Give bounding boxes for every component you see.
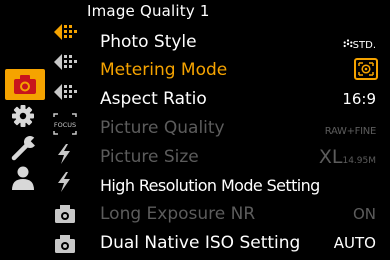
row-label: Picture Size	[100, 147, 199, 167]
menu-row-aspect-ratio[interactable]: Aspect Ratio 16:9	[86, 85, 390, 113]
focus-tab-label: FOCUS	[54, 121, 76, 129]
photo-style-value: STD.	[343, 35, 376, 57]
camera-1-icon	[55, 205, 75, 223]
row-label: Long Exposure NR	[100, 204, 256, 224]
dual-native-iso-value: AUTO	[333, 234, 376, 252]
menu-row-metering-mode[interactable]: Metering Mode	[86, 56, 390, 84]
row-label: Picture Quality	[100, 118, 225, 138]
menu-row-dual-native-iso[interactable]: Dual Native ISO Setting AUTO	[86, 229, 390, 257]
main-menu-my-menu[interactable]	[0, 164, 46, 195]
row-label: Aspect Ratio	[100, 89, 207, 109]
picture-size-value: XL14.95M	[319, 146, 376, 172]
focus-tab-icon: FOCUS	[53, 113, 77, 135]
row-label: Dual Native ISO Setting	[100, 233, 301, 253]
menu-row-picture-size[interactable]: Picture Size XL14.95M	[86, 143, 390, 171]
photo-style-label: STD.	[352, 40, 376, 51]
menu-row-picture-quality[interactable]: Picture Quality RAW+FINE	[86, 114, 390, 142]
tab-image-quality-3[interactable]	[50, 80, 80, 104]
tab-image-quality-1[interactable]	[50, 20, 80, 44]
row-label: Photo Style	[100, 32, 197, 52]
tab-flash-2[interactable]	[50, 170, 80, 194]
image-quality-2-icon	[54, 54, 77, 70]
flash-1-icon	[58, 144, 70, 164]
main-menu-custom[interactable]	[0, 102, 46, 133]
tab-focus[interactable]: FOCUS	[50, 112, 80, 136]
sub-page-tabs: FOCUS	[50, 20, 86, 260]
flash-2-icon	[58, 172, 70, 192]
person-icon	[12, 166, 34, 190]
menu-row-photo-style[interactable]: Photo Style STD.	[86, 28, 390, 56]
main-menu-setup[interactable]	[0, 134, 46, 165]
row-label: Metering Mode	[100, 60, 228, 80]
gear-icon	[12, 105, 34, 127]
camera-2-icon	[55, 235, 75, 253]
row-label: High Resolution Mode Setting	[100, 176, 320, 195]
picture-quality-value: RAW+FINE	[324, 126, 377, 137]
wrench-icon	[11, 136, 40, 161]
tab-flash-1[interactable]	[50, 142, 80, 166]
menu-row-long-exposure-nr[interactable]: Long Exposure NR ON	[86, 200, 390, 228]
long-exposure-nr-value: ON	[352, 205, 376, 223]
image-quality-1-icon	[54, 24, 77, 40]
multi-metering-icon	[354, 58, 378, 80]
tab-camera-1[interactable]	[50, 202, 80, 226]
picture-size-sub: 14.95M	[342, 156, 376, 166]
aspect-ratio-value: 16:9	[342, 90, 376, 108]
tab-image-quality-2[interactable]	[50, 50, 80, 74]
camera-menu-screen: Image Quality 1 FOCUS Photo Style STD. M…	[0, 0, 390, 260]
picture-size-main: XL	[318, 146, 343, 168]
image-quality-3-icon	[54, 84, 77, 100]
tab-camera-2[interactable]	[50, 232, 80, 256]
page-title: Image Quality 1	[87, 2, 210, 20]
menu-row-high-resolution-mode[interactable]: High Resolution Mode Setting	[86, 172, 390, 200]
main-menu-camera[interactable]	[5, 69, 45, 100]
camera-icon	[14, 75, 36, 94]
photo-style-standard-icon	[343, 39, 353, 48]
